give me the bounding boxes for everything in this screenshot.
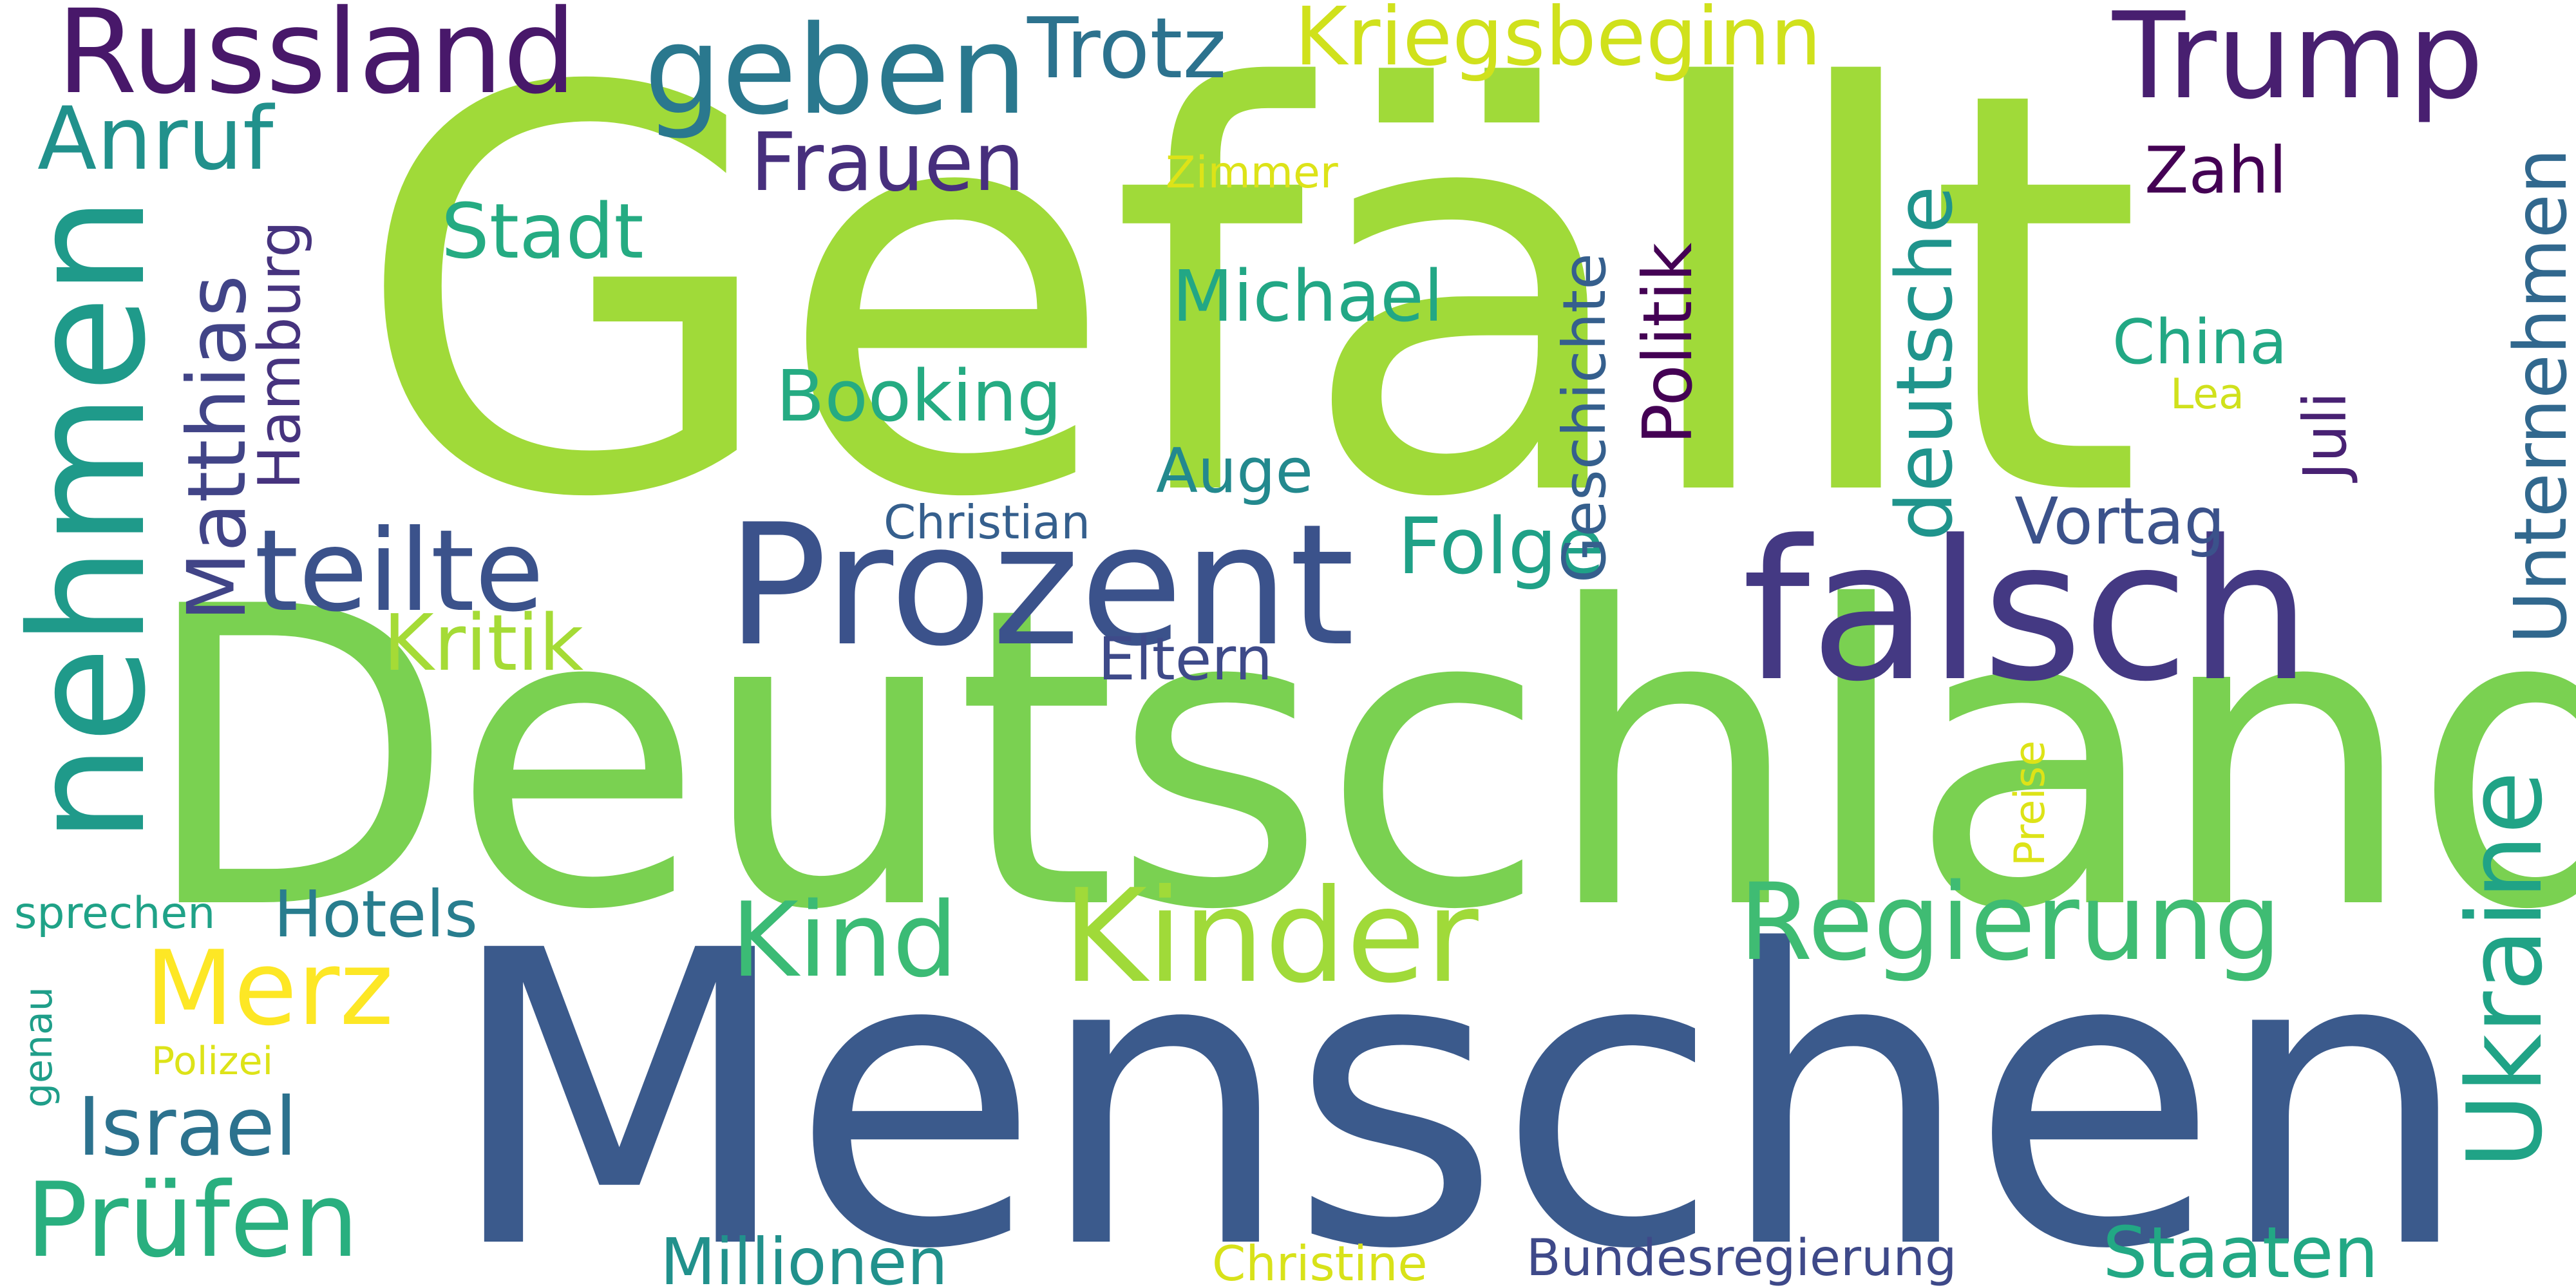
word-christian: Christian bbox=[884, 495, 1091, 549]
word-trump: Trump bbox=[2112, 0, 2484, 126]
word-pruefen: Prüfen bbox=[26, 1160, 359, 1280]
word-zimmer: Zimmer bbox=[1166, 147, 1338, 198]
word-cloud: Gefällt Deutschland Menschen Prozent fal… bbox=[0, 0, 2576, 1288]
word-auge: Auge bbox=[1156, 436, 1313, 507]
word-kinder: Kinder bbox=[1063, 862, 1479, 1012]
word-regierung: Regierung bbox=[1739, 860, 2282, 984]
word-israel: Israel bbox=[77, 1081, 298, 1174]
word-genau: genau bbox=[16, 987, 61, 1108]
word-vortag: Vortag bbox=[2014, 484, 2225, 559]
word-frauen: Frauen bbox=[750, 116, 1025, 209]
word-trotz: Trotz bbox=[1027, 0, 1227, 97]
word-bundesregierung: Bundesregierung bbox=[1526, 1229, 1957, 1287]
word-staaten: Staaten bbox=[2103, 1211, 2379, 1288]
word-kritik: Kritik bbox=[383, 599, 584, 688]
word-hamburg: Hamburg bbox=[246, 220, 314, 489]
word-nehmen: nehmen bbox=[0, 196, 180, 844]
word-preise: Preise bbox=[2006, 740, 2054, 866]
word-merz: Merz bbox=[145, 928, 394, 1048]
word-ukraine: Ukraine bbox=[2445, 771, 2565, 1169]
word-sprechen: sprechen bbox=[14, 888, 216, 939]
word-millionen: Millionen bbox=[660, 1224, 948, 1288]
word-christine: Christine bbox=[1212, 1235, 1428, 1288]
word-geschichte: Geschichte bbox=[1550, 253, 1619, 583]
word-kind: Kind bbox=[731, 880, 958, 1000]
word-geben: geben bbox=[644, 0, 1028, 142]
word-stadt: Stadt bbox=[441, 187, 644, 276]
word-politik: Politik bbox=[1629, 242, 1707, 444]
word-china: China bbox=[2112, 307, 2287, 378]
word-kriegsbeginn: Kriegsbeginn bbox=[1294, 0, 1822, 84]
word-zahl: Zahl bbox=[2145, 133, 2287, 208]
word-hotels: Hotels bbox=[274, 876, 478, 952]
word-deutsche: deutsche bbox=[1880, 185, 1970, 541]
word-juli: Juli bbox=[2291, 392, 2360, 480]
word-unternehmen: Unternehmen bbox=[2499, 148, 2576, 644]
word-eltern: Eltern bbox=[1098, 625, 1273, 694]
word-lea: Lea bbox=[2170, 370, 2244, 419]
word-booking: Booking bbox=[776, 355, 1062, 437]
word-polizei: Polizei bbox=[151, 1039, 274, 1084]
word-michael: Michael bbox=[1172, 255, 1444, 337]
word-anruf: Anruf bbox=[37, 88, 274, 189]
